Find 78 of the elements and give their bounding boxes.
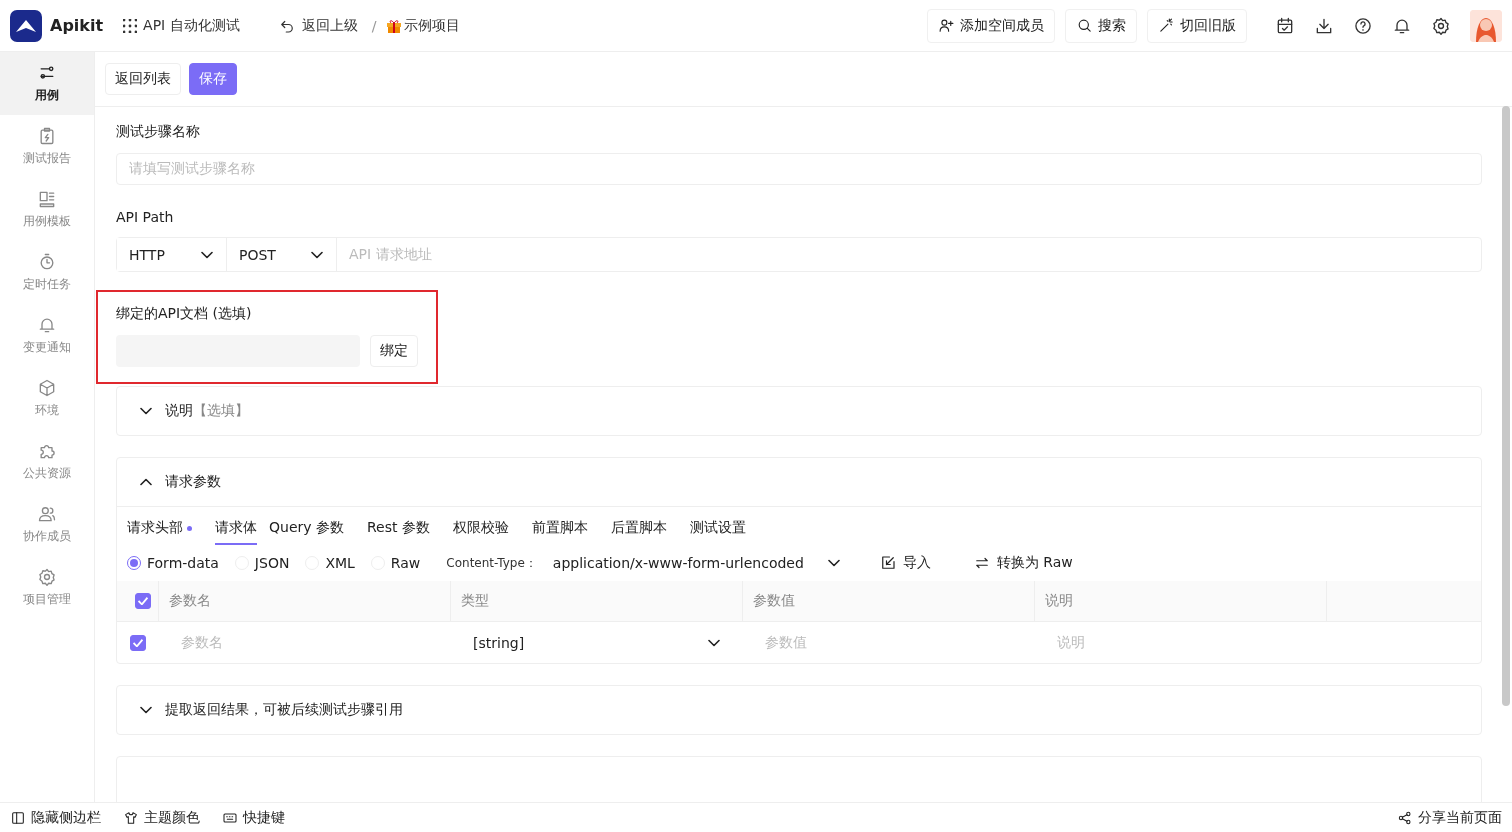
grid-dots-icon [123,18,138,33]
field-label: 绑定的API文档 (选填) [116,305,253,323]
type-select[interactable]: [string] [473,634,723,651]
tab[interactable]: 后置脚本 [610,519,678,545]
tab[interactable]: 前置脚本 [531,519,599,545]
sidebar-item[interactable]: 项目管理 [0,556,94,619]
help-icon [1353,15,1373,36]
sidebar-item[interactable]: 协作成员 [0,493,94,556]
header-action-button[interactable]: 搜索 [1065,8,1137,43]
sidebar-item[interactable]: 用例模板 [0,178,94,241]
section-header[interactable]: 请求参数 [117,458,1481,506]
content-type-label: Content-Type： [446,554,537,572]
column-header: 说明 [1045,592,1073,610]
add-user-icon [938,17,955,34]
sidebar-item[interactable]: 变更通知 [0,304,94,367]
footer-button[interactable]: 隐藏侧边栏 [10,808,101,827]
tab[interactable]: 请求体 [215,519,257,545]
column-header: 参数名 [169,592,211,610]
section-header[interactable]: 说明【选填】 [117,387,1481,435]
search-icon [1076,17,1093,34]
sidebar-item[interactable]: 测试报告 [0,115,94,178]
gift-icon [386,17,403,34]
back-link[interactable]: 返回上级 [277,16,358,35]
project-link[interactable]: 示例项目 [386,16,461,35]
bind-button[interactable]: 绑定 [370,335,418,367]
field-label: 测试步骤名称 [116,123,201,141]
settings-icon [37,567,57,587]
tab[interactable]: 权限校验 [452,519,520,545]
tab[interactable]: Query 参数 [269,519,355,545]
sidebar-icon [10,809,26,826]
cube-icon [37,378,57,398]
check-icon [133,638,143,647]
chevron-up-icon [140,478,152,486]
app-menu[interactable]: API 自动化测试 [123,16,240,35]
template-icon [37,189,57,209]
share-button[interactable]: 分享当前页面 [1397,808,1502,827]
radio-option[interactable]: Raw [370,555,421,571]
content-type-select[interactable]: application/x-www-form-urlencoded [552,555,843,571]
users-icon [37,504,57,524]
check-icon [137,597,148,605]
chevron-down-icon [827,559,840,567]
chevron-down-icon [708,638,720,647]
save-button[interactable]: 保存 [189,63,237,95]
share-icon [1397,809,1413,826]
brand-name: Apikit [50,16,104,35]
chevron-down-icon [140,407,152,415]
footer-button[interactable]: 主题颜色 [123,808,200,827]
sidebar-item[interactable]: 公共资源 [0,430,94,493]
radio-option[interactable]: XML [305,555,355,571]
body-action-button[interactable]: 转换为 Raw [966,553,1079,573]
magic-wand-icon [1158,17,1175,34]
checkbox[interactable] [130,634,146,651]
section-header[interactable]: 提取返回结果，可被后续测试步骤引用 [117,686,1481,734]
scrollbar[interactable] [1502,106,1510,706]
sidebar-item[interactable]: 定时任务 [0,241,94,304]
user-avatar[interactable] [1470,9,1502,42]
header-action-button[interactable]: 添加空间成员 [927,8,1055,43]
sidebar-item[interactable]: 用例 [0,52,94,115]
radio-option[interactable]: JSON [234,555,290,571]
back-to-list-button[interactable]: 返回列表 [105,63,181,95]
radio-option[interactable]: Form-data [127,555,219,571]
sidebar-item[interactable]: 环境 [0,367,94,430]
settings-icon [1431,15,1451,36]
app-logo[interactable] [10,9,42,42]
shirt-icon [123,809,139,826]
body-action-button[interactable]: 导入 [872,553,937,573]
checkbox[interactable] [134,593,151,609]
footer-button[interactable]: 快捷键 [222,808,285,827]
breadcrumb-separator: / [371,17,377,34]
tab[interactable]: 请求头部 [127,519,203,545]
header-action-button[interactable]: 切回旧版 [1147,8,1247,43]
column-header: 参数值 [753,592,795,610]
field-label: API Path [116,209,175,225]
calendar-icon [1275,15,1295,36]
tab[interactable]: Rest 参数 [367,519,441,545]
column-header: 类型 [461,592,489,610]
tab[interactable]: 测试设置 [689,519,757,545]
chevron-down-icon [140,706,152,714]
